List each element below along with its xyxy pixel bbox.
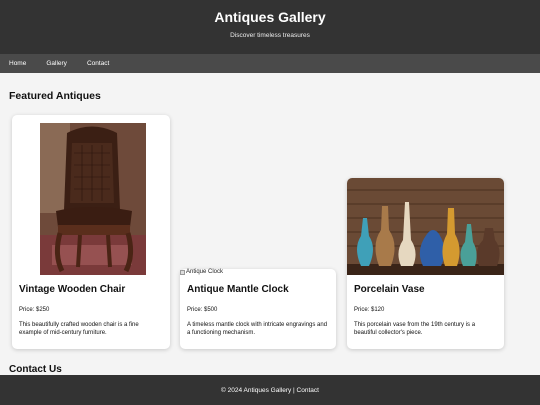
nav-gallery-link[interactable]: Gallery bbox=[46, 60, 67, 67]
main-nav: Home Gallery Contact bbox=[0, 54, 540, 73]
nav-contact-link[interactable]: Contact bbox=[87, 60, 109, 67]
product-price: Price: $500 bbox=[187, 307, 218, 313]
clock-image-alt: Antique Clock bbox=[186, 269, 224, 275]
broken-image-icon bbox=[180, 269, 185, 275]
clock-image[interactable]: Antique Clock bbox=[180, 269, 223, 275]
site-header: Antiques Gallery Discover timeless treas… bbox=[0, 0, 540, 54]
product-title: Vintage Wooden Chair bbox=[19, 284, 126, 295]
footer-text: © 2024 Antiques Gallery | Contact bbox=[221, 386, 319, 394]
product-card-clock[interactable]: Antique Clock Antique Mantle Clock Price… bbox=[180, 269, 336, 349]
contact-heading: Contact Us bbox=[9, 364, 62, 375]
product-description: A timeless mantle clock with intricate e… bbox=[187, 322, 328, 336]
product-price: Price: $120 bbox=[354, 307, 385, 313]
product-title: Antique Mantle Clock bbox=[187, 284, 289, 295]
site-title: Antiques Gallery bbox=[214, 9, 326, 25]
vase-image[interactable] bbox=[347, 178, 504, 275]
nav-home-link[interactable]: Home bbox=[9, 60, 26, 67]
site-footer: © 2024 Antiques Gallery | Contact bbox=[0, 375, 540, 405]
product-description: This porcelain vase from the 19th centur… bbox=[354, 322, 476, 336]
product-description: This beautifully crafted wooden chair is… bbox=[19, 322, 139, 336]
chair-image[interactable] bbox=[12, 115, 170, 275]
product-card-vase[interactable]: Porcelain Vase Price: $120 This porcelai… bbox=[347, 178, 504, 349]
product-price: Price: $250 bbox=[19, 307, 50, 313]
featured-heading: Featured Antiques bbox=[9, 90, 101, 102]
product-title: Porcelain Vase bbox=[354, 284, 425, 295]
site-subtitle: Discover timeless treasures bbox=[230, 32, 310, 39]
product-card-chair[interactable]: Vintage Wooden Chair Price: $250 This be… bbox=[12, 115, 170, 349]
